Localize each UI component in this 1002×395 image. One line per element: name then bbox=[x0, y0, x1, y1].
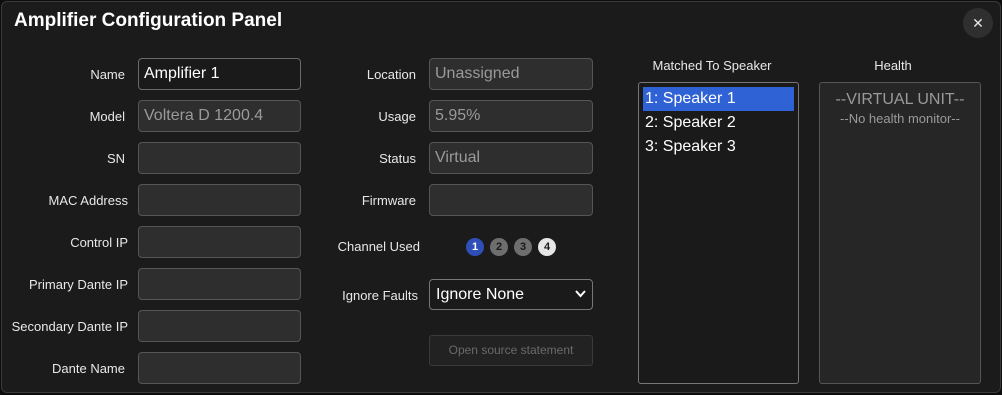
ignore-faults-label: Ignore Faults bbox=[342, 288, 418, 303]
model-label: Model bbox=[89, 109, 125, 124]
primary-dante-label: Primary Dante IP bbox=[29, 277, 128, 292]
health-status-line: --VIRTUAL UNIT-- bbox=[835, 91, 965, 108]
ignore-faults-select[interactable]: Ignore None bbox=[429, 279, 593, 310]
dante-name-field bbox=[138, 352, 301, 384]
health-header: Health bbox=[874, 58, 912, 73]
secondary-dante-field bbox=[138, 310, 301, 342]
location-field: Unassigned bbox=[429, 58, 593, 90]
model-field: Voltera D 1200.4 bbox=[138, 100, 301, 132]
channel-1-indicator: 1 bbox=[466, 238, 484, 256]
ignore-faults-value: Ignore None bbox=[436, 286, 525, 303]
usage-label: Usage bbox=[378, 109, 416, 124]
secondary-dante-label: Secondary Dante IP bbox=[11, 319, 128, 334]
health-monitor-line: --No health monitor-- bbox=[840, 111, 960, 126]
close-icon: ✕ bbox=[972, 15, 984, 31]
channel-3-indicator: 3 bbox=[514, 238, 532, 256]
control-ip-field bbox=[138, 226, 301, 258]
close-button[interactable]: ✕ bbox=[963, 8, 993, 38]
speaker-list-item[interactable]: 2: Speaker 2 bbox=[643, 111, 794, 135]
amplifier-config-dialog: Amplifier Configuration Panel ✕ Name Amp… bbox=[1, 1, 1001, 393]
channel-used-label: Channel Used bbox=[337, 239, 420, 254]
dante-name-label: Dante Name bbox=[52, 361, 125, 376]
open-source-statement-button[interactable]: Open source statement bbox=[429, 335, 593, 366]
health-panel: --VIRTUAL UNIT-- --No health monitor-- bbox=[819, 82, 981, 384]
primary-dante-field bbox=[138, 268, 301, 300]
status-field: Virtual bbox=[429, 142, 593, 174]
sn-label: SN bbox=[106, 151, 125, 166]
status-label: Status bbox=[379, 151, 416, 166]
speaker-list-item[interactable]: 1: Speaker 1 bbox=[643, 87, 794, 111]
control-ip-label: Control IP bbox=[70, 235, 128, 250]
sn-field bbox=[138, 142, 301, 174]
speaker-list-item[interactable]: 3: Speaker 3 bbox=[643, 135, 794, 159]
location-label: Location bbox=[366, 67, 416, 82]
channel-4-indicator: 4 bbox=[538, 238, 556, 256]
speaker-list[interactable]: 1: Speaker 1 2: Speaker 2 3: Speaker 3 bbox=[638, 82, 799, 384]
dialog-title: Amplifier Configuration Panel bbox=[14, 10, 283, 31]
matched-speaker-header: Matched To Speaker bbox=[652, 58, 772, 73]
mac-field bbox=[138, 184, 301, 216]
channel-2-indicator: 2 bbox=[490, 238, 508, 256]
chevron-down-icon bbox=[575, 280, 586, 321]
name-field[interactable]: Amplifier 1 bbox=[138, 58, 301, 90]
name-label: Name bbox=[90, 67, 125, 82]
usage-field: 5.95% bbox=[429, 100, 593, 132]
firmware-label: Firmware bbox=[361, 193, 416, 208]
firmware-field bbox=[429, 184, 593, 216]
mac-label: MAC Address bbox=[48, 193, 128, 208]
